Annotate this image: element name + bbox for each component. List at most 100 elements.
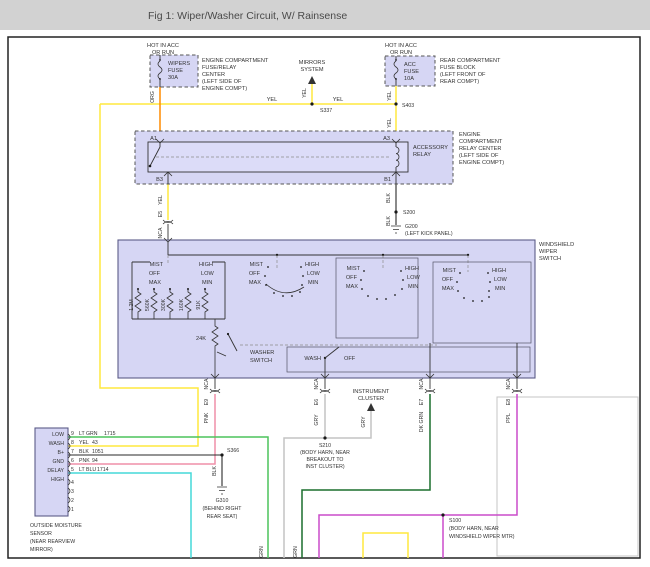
splice-s200-dot [394,210,398,214]
page-title: Fig 1: Wiper/Washer Circuit, W/ Rainsens… [148,10,347,22]
svg-text:2: 2 [71,498,74,504]
svg-text:WINDSHIELD WIPER MTR): WINDSHIELD WIPER MTR) [449,534,515,540]
ground-g200-label: G200 [405,224,418,230]
svg-text:MIST: MIST [443,268,457,274]
svg-text:MIN: MIN [495,286,505,292]
svg-text:HIGH: HIGH [51,477,64,483]
svg-text:HIGH: HIGH [405,266,419,272]
svg-text:8: 8 [71,440,74,446]
wire-label-grn-bottom2: GRN [293,546,299,558]
svg-text:MIN: MIN [308,280,318,286]
svg-text:NCA: NCA [204,378,210,389]
wire-label-yel-mirrors: YEL [302,88,308,98]
svg-text:MIN: MIN [202,280,212,286]
svg-text:FUSE BLOCK: FUSE BLOCK [440,65,476,71]
svg-text:(NEAR REARVIEW: (NEAR REARVIEW [30,539,75,545]
svg-text:91K: 91K [196,300,202,310]
acc-fuse-rating: 10A [404,76,414,82]
svg-text:5: 5 [71,467,74,473]
svg-text:(BODY HARN, NEAR: (BODY HARN, NEAR [449,526,499,532]
splice-s403-label: S403 [402,103,414,109]
svg-text:7: 7 [71,449,74,455]
splice-s210-dot [323,436,327,440]
svg-text:HIGH: HIGH [199,262,213,268]
svg-text:SWITCH: SWITCH [539,256,561,262]
svg-text:160K: 160K [179,298,185,311]
svg-text:1715: 1715 [104,431,116,437]
hot-label-left: HOT IN ACC [147,43,179,49]
wire-label-yel-e5: YEL [158,195,164,205]
relay-name2: RELAY [413,152,431,158]
svg-text:MAX: MAX [149,280,161,286]
svg-text:MIRROR): MIRROR) [30,547,53,553]
acc-fuse-name2: FUSE [404,69,419,75]
svg-text:INST CLUSTER): INST CLUSTER) [305,464,344,470]
svg-text:LOW: LOW [494,277,507,283]
svg-text:300K: 300K [161,298,167,311]
splice-s403-dot [394,102,398,106]
hot-label-right: HOT IN ACC [385,43,417,49]
wiring-diagram: Fig 1: Wiper/Washer Circuit, W/ Rainsens… [0,0,650,559]
wash-off-label: OFF [344,356,356,362]
svg-text:E6: E6 [314,399,320,405]
svg-text:MIST: MIST [250,262,264,268]
svg-text:GRY: GRY [314,414,320,426]
svg-text:43: 43 [92,440,98,446]
svg-text:ENGINE COMPARTMENT: ENGINE COMPARTMENT [202,58,269,64]
svg-text:CENTER: CENTER [202,72,225,78]
svg-text:G310: G310 [216,498,229,504]
acc-fuse-name: ACC [404,62,416,68]
svg-text:LOW: LOW [407,275,420,281]
svg-text:MIST: MIST [150,262,164,268]
svg-text:MIN: MIN [408,284,418,290]
relay-pin-a3: A3 [383,136,390,142]
wire-label-gry-cluster: GRY [361,416,367,428]
svg-text:DK GRN: DK GRN [419,412,425,432]
bus-label-yel-left: YEL [267,97,278,103]
svg-text:HIGH: HIGH [305,262,319,268]
svg-text:COMPARTMENT: COMPARTMENT [459,139,503,145]
svg-text:1714: 1714 [97,467,109,473]
relay-pin-b1: B1 [384,177,391,183]
cavity-label-e5: NCA [158,227,164,238]
wire-label-blk-g310: BLK [212,466,218,476]
svg-text:6: 6 [71,458,74,464]
svg-text:(LEFT SIDE OF: (LEFT SIDE OF [202,79,242,85]
svg-text:NCA: NCA [314,378,320,389]
svg-text:FUSE/RELAY: FUSE/RELAY [202,65,237,71]
wire-label-org: ORG [150,91,156,103]
svg-text:94: 94 [92,458,98,464]
svg-text:NCA: NCA [419,378,425,389]
mirrors-label: MIRRORS [299,60,326,66]
svg-text:LOW: LOW [307,271,320,277]
svg-text:SENSOR: SENSOR [30,531,52,537]
wire-label-yel-acc-bottom: YEL [387,118,393,128]
cluster-label2: CLUSTER [358,396,384,402]
svg-text:LOW: LOW [52,432,64,438]
fuse-name: WIPERS [168,61,190,67]
svg-text:NCA: NCA [506,378,512,389]
relay-pin-b3: B3 [156,177,163,183]
splice-s366-dot [220,453,224,457]
svg-text:S100: S100 [449,518,461,524]
svg-text:(LEFT SIDE OF: (LEFT SIDE OF [459,153,499,159]
svg-text:E8: E8 [506,399,512,405]
svg-text:HIGH: HIGH [492,268,506,274]
splice-s366-label: S366 [227,448,239,454]
svg-text:ENGINE COMPT): ENGINE COMPT) [459,160,504,166]
svg-text:S210: S210 [319,443,331,449]
svg-text:(BODY HARN, NEAR: (BODY HARN, NEAR [300,450,350,456]
svg-text:ENGINE: ENGINE [459,132,481,138]
svg-text:1051: 1051 [92,449,104,455]
svg-text:GND: GND [52,459,64,465]
svg-text:PPL: PPL [506,413,512,423]
svg-text:E9: E9 [204,399,210,405]
svg-text:MAX: MAX [346,284,358,290]
svg-text:MAX: MAX [249,280,261,286]
svg-text:PNK: PNK [204,412,210,423]
washer-switch-label: WASHER [250,350,274,356]
svg-text:REAR SEAT): REAR SEAT) [207,514,238,520]
svg-text:WASH: WASH [49,441,65,447]
svg-text:560K: 560K [145,298,151,311]
splice-s200-label: S200 [403,210,415,216]
